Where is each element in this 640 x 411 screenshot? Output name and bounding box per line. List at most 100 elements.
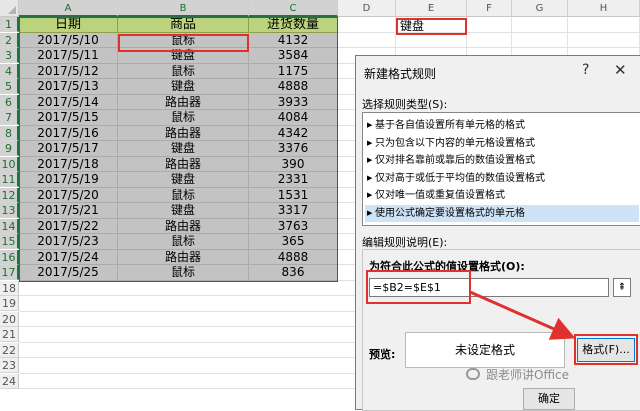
table-cell[interactable]: 鼠标: [118, 265, 249, 281]
table-cell[interactable]: 2017/5/15: [19, 110, 118, 126]
row-header-16[interactable]: 16: [0, 249, 19, 265]
table-cell[interactable]: 2017/5/14: [19, 94, 118, 110]
table-cell[interactable]: 路由器: [118, 125, 249, 141]
table-cell[interactable]: 路由器: [118, 94, 249, 110]
ok-button[interactable]: 确定: [523, 388, 575, 410]
table-cell[interactable]: 2017/5/11: [19, 48, 118, 64]
rule-type-item[interactable]: ▶ 基于各自值设置所有单元格的格式: [365, 117, 639, 134]
table-cell[interactable]: 2017/5/21: [19, 203, 118, 219]
format-button[interactable]: 格式(F)...: [577, 338, 635, 362]
row-header-12[interactable]: 12: [0, 187, 19, 203]
row-header-20[interactable]: 20: [0, 311, 19, 327]
triangle-icon: ▶: [367, 208, 373, 217]
column-header-c[interactable]: C: [249, 0, 338, 17]
header-cell[interactable]: 进货数量: [249, 17, 338, 33]
row-header-7[interactable]: 7: [0, 110, 19, 125]
column-header-h[interactable]: H: [568, 0, 640, 17]
table-cell[interactable]: 路由器: [118, 156, 249, 172]
table-cell[interactable]: 2017/5/10: [19, 32, 118, 48]
table-cell[interactable]: 键盘: [118, 172, 249, 188]
preview-box: 未设定格式: [405, 332, 565, 368]
table-cell[interactable]: 鼠标: [118, 187, 249, 203]
table-cell[interactable]: 鼠标: [118, 110, 249, 126]
column-header-f[interactable]: F: [467, 0, 512, 17]
select-all-corner[interactable]: [0, 0, 19, 17]
table-cell[interactable]: 2017/5/13: [19, 79, 118, 95]
row-header-3[interactable]: 3: [0, 48, 19, 63]
column-header-a[interactable]: A: [19, 0, 118, 17]
table-cell[interactable]: 2331: [249, 172, 338, 188]
table-cell[interactable]: 2017/5/16: [19, 125, 118, 141]
table-cell[interactable]: 1531: [249, 187, 338, 203]
table-cell[interactable]: 1175: [249, 63, 338, 79]
table-cell[interactable]: 3763: [249, 218, 338, 234]
column-header-e[interactable]: E: [396, 0, 467, 17]
watermark: 跟老师讲Office: [486, 368, 570, 382]
table-cell[interactable]: 4342: [249, 125, 338, 141]
table-cell[interactable]: 2017/5/22: [19, 218, 118, 234]
table-cell[interactable]: 键盘: [118, 141, 249, 157]
row-header-4[interactable]: 4: [0, 63, 19, 79]
table-cell[interactable]: 3317: [249, 203, 338, 219]
row-header-6[interactable]: 6: [0, 94, 19, 110]
table-cell[interactable]: 2017/5/18: [19, 156, 118, 172]
rule-type-label: 基于各自值设置所有单元格的格式: [375, 120, 525, 131]
column-header-d[interactable]: D: [338, 0, 396, 17]
row-header-21[interactable]: 21: [0, 327, 19, 342]
help-icon[interactable]: ?: [582, 62, 589, 78]
row-header-10[interactable]: 10: [0, 156, 19, 172]
row-header-22[interactable]: 22: [0, 342, 19, 358]
table-cell[interactable]: 4084: [249, 110, 338, 126]
row-header-19[interactable]: 19: [0, 296, 19, 311]
row-header-15[interactable]: 15: [0, 234, 19, 249]
table-cell[interactable]: 4132: [249, 32, 338, 48]
table-cell[interactable]: 2017/5/25: [19, 265, 118, 281]
table-cell[interactable]: 365: [249, 234, 338, 250]
close-icon[interactable]: ✕: [614, 61, 627, 79]
row-header-17[interactable]: 17: [0, 265, 19, 280]
table-cell[interactable]: 2017/5/17: [19, 141, 118, 157]
table-cell[interactable]: 2017/5/24: [19, 249, 118, 265]
collapse-range-button[interactable]: ⇞: [613, 278, 631, 297]
row-header-11[interactable]: 11: [0, 172, 19, 187]
table-cell[interactable]: 836: [249, 265, 338, 281]
rule-type-item[interactable]: ▶ 仅对排名靠前或靠后的数值设置格式: [365, 152, 639, 169]
row-header-8[interactable]: 8: [0, 125, 19, 141]
table-cell[interactable]: 2017/5/19: [19, 172, 118, 188]
rule-type-item[interactable]: ▶ 仅对唯一值或重复值设置格式: [365, 187, 639, 204]
table-cell[interactable]: 3933: [249, 94, 338, 110]
table-cell[interactable]: 2017/5/20: [19, 187, 118, 203]
row-header-14[interactable]: 14: [0, 218, 19, 234]
table-cell[interactable]: 4888: [249, 79, 338, 95]
table-cell[interactable]: 3376: [249, 141, 338, 157]
row-header-24[interactable]: 24: [0, 373, 19, 389]
row-header-9[interactable]: 9: [0, 141, 19, 156]
table-cell[interactable]: 路由器: [118, 249, 249, 265]
row-header-18[interactable]: 18: [0, 280, 19, 296]
rule-type-list[interactable]: ▶ 基于各自值设置所有单元格的格式 ▶ 只为包含以下内容的单元格设置格式 ▶ 仅对排名靠前…: [362, 112, 640, 226]
row-header-5[interactable]: 5: [0, 79, 19, 94]
rule-type-item[interactable]: ▶ 使用公式确定要设置格式的单元格: [365, 204, 639, 222]
table-cell[interactable]: 鼠标: [118, 234, 249, 250]
table-cell[interactable]: 3584: [249, 48, 338, 64]
table-cell[interactable]: 键盘: [118, 79, 249, 95]
header-cell[interactable]: 商品: [118, 17, 249, 33]
cell-e1[interactable]: 键盘: [396, 18, 467, 35]
column-header-g[interactable]: G: [512, 0, 568, 17]
table-cell[interactable]: 2017/5/23: [19, 234, 118, 250]
table-cell[interactable]: 键盘: [118, 203, 249, 219]
header-cell[interactable]: 日期: [19, 17, 118, 33]
rule-type-item[interactable]: ▶ 只为包含以下内容的单元格设置格式: [365, 135, 639, 152]
table-cell[interactable]: 鼠标: [118, 63, 249, 79]
row-header-1[interactable]: 1: [0, 17, 19, 32]
row-header-23[interactable]: 23: [0, 358, 19, 373]
rule-type-label: 仅对排名靠前或靠后的数值设置格式: [375, 155, 535, 166]
table-cell[interactable]: 390: [249, 156, 338, 172]
row-header-13[interactable]: 13: [0, 203, 19, 218]
row-header-2[interactable]: 2: [0, 32, 19, 48]
table-cell[interactable]: 4888: [249, 249, 338, 265]
table-cell[interactable]: 路由器: [118, 218, 249, 234]
rule-type-item[interactable]: ▶ 仅对高于或低于平均值的数值设置格式: [365, 170, 639, 187]
column-header-b[interactable]: B: [118, 0, 249, 17]
table-cell[interactable]: 2017/5/12: [19, 63, 118, 79]
